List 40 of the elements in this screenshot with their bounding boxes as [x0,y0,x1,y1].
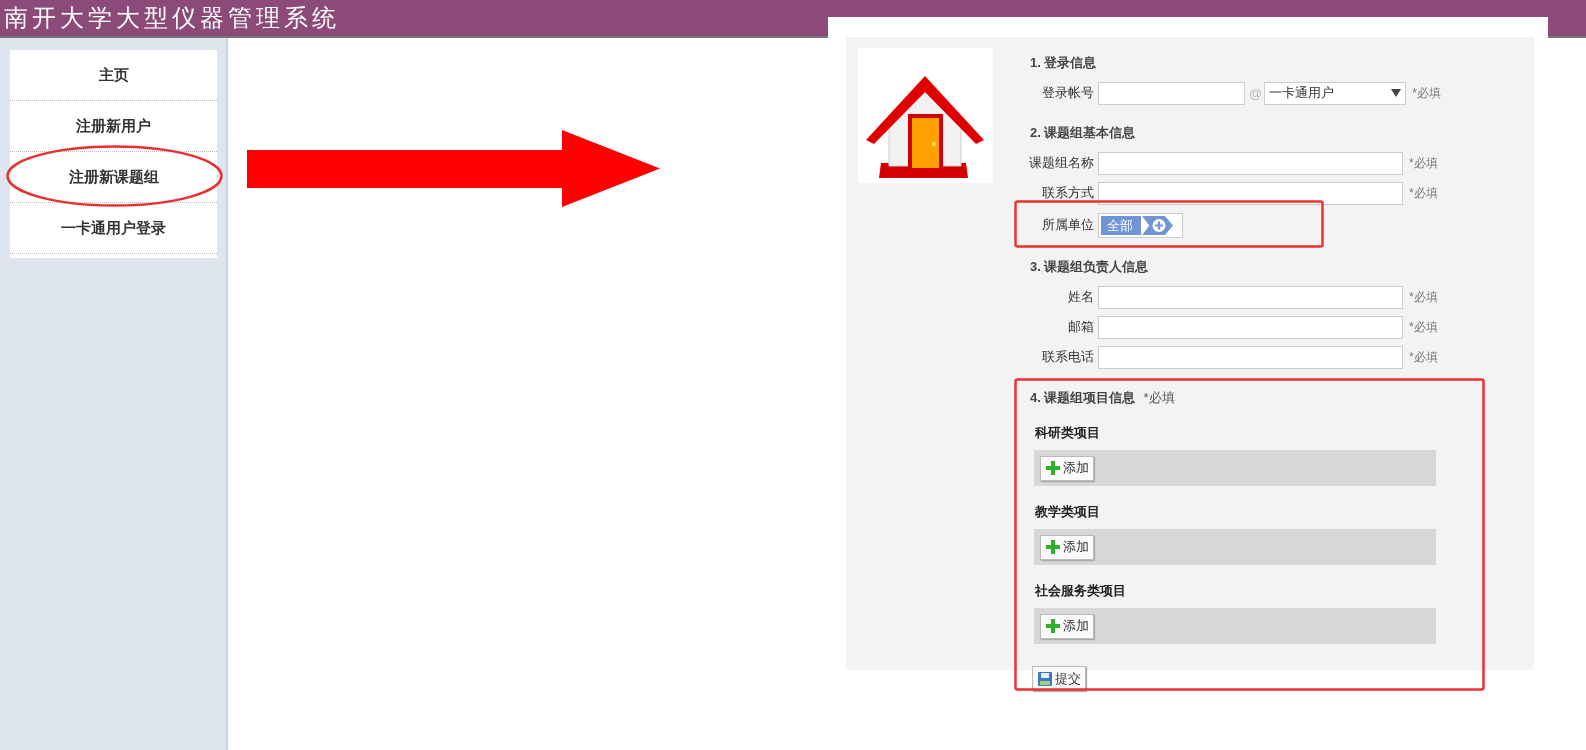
required-note: *必填 [1409,348,1438,366]
field-label: 登录帐号 [1041,84,1095,102]
add-button[interactable]: 添加 [1040,613,1094,639]
group-title: 社会服务类项目 [1035,582,1127,600]
section-heading: 3. 课题组负责人信息 [1030,258,1150,276]
group-title: 科研类项目 [1035,424,1101,442]
at-sign: @ [1248,85,1264,101]
required-note: *必填 [1412,84,1441,102]
add-button[interactable]: 添加 [1040,455,1094,481]
section-heading: 4. 课题组项目信息 [1030,390,1136,405]
group-title: 教学类项目 [1035,503,1101,521]
field-label: 联系方式 [1041,184,1095,202]
required-note: *必填 [1143,390,1175,405]
required-note: *必填 [1409,184,1438,202]
plus-icon [1045,618,1061,634]
nav-link[interactable]: 一卡通用户登录 [10,203,217,254]
input-field[interactable] [1098,345,1403,369]
plus-icon [1045,460,1061,476]
field-label: 所属单位 [1041,216,1095,234]
input-field[interactable] [1098,181,1403,205]
input-field[interactable] [1098,285,1403,309]
input-field[interactable] [1098,315,1403,339]
field-label: 邮箱 [1067,318,1095,336]
nav-link[interactable]: 主页 [10,50,217,101]
caret-icon [1391,89,1402,97]
required-note: *必填 [1409,288,1438,306]
field-label: 联系电话 [1041,348,1095,366]
plus-icon [1045,539,1061,555]
section-heading: 1. 登录信息 [1030,54,1098,72]
field-label: 姓名 [1067,288,1095,306]
nav-link[interactable]: 注册新用户 [10,101,217,152]
input-field[interactable] [1098,81,1245,105]
required-note: *必填 [1409,154,1438,172]
input-field[interactable] [1098,151,1403,175]
section-heading: 2. 课题组基本信息 [1030,124,1137,142]
field-label: 课题组名称 [1028,154,1095,172]
add-button[interactable]: 添加 [1040,534,1094,560]
app-title: 南开大学大型仪器管理系统 [3,3,340,34]
required-note: *必填 [1409,318,1438,336]
select-field[interactable]: 一卡通用户 [1264,81,1407,105]
